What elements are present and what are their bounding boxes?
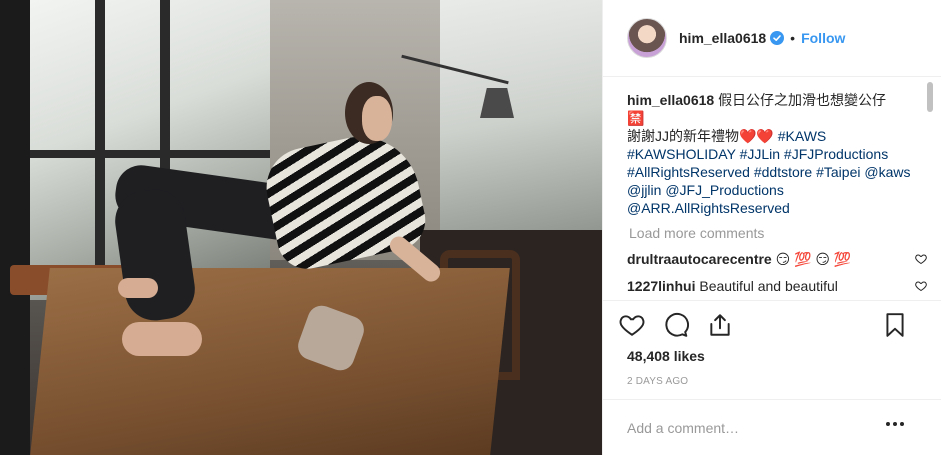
mention[interactable]: @jjlin: [627, 182, 661, 198]
photo-window-right: [440, 0, 602, 240]
header-username[interactable]: him_ella0618: [679, 30, 766, 46]
bookmark-icon[interactable]: [882, 312, 908, 338]
post-timestamp[interactable]: 2 DAYS AGO: [627, 376, 688, 387]
hashtag[interactable]: #JFJProductions: [784, 146, 888, 162]
comment: drultraautocarecentre 😏 💯 😏 💯: [627, 250, 927, 268]
hashtag[interactable]: #JJLin: [740, 146, 780, 162]
post-sidebar: him_ella0618 • Follow him_ella0618 假日公仔之…: [602, 0, 941, 455]
caption-text: 假日公仔之加滑也想變公仔: [718, 92, 887, 108]
person-foot: [122, 322, 202, 356]
like-count[interactable]: 48,408 likes: [627, 348, 705, 364]
comment-text: 😏 💯 😏 💯: [775, 251, 852, 267]
add-comment-input[interactable]: [627, 419, 867, 436]
ellipsis-dot: [893, 422, 897, 426]
caption-text-2: 謝謝JJ的新年禮物: [627, 128, 739, 144]
hashtag[interactable]: #KAWS: [778, 128, 827, 144]
hashtag[interactable]: #AllRightsReserved: [627, 164, 750, 180]
share-icon[interactable]: [707, 312, 733, 338]
avatar[interactable]: [627, 18, 667, 58]
scrollbar-thumb[interactable]: [927, 82, 933, 112]
ellipsis-dot: [886, 422, 890, 426]
photo-shadow: [0, 0, 30, 455]
hashtag[interactable]: #ddtstore: [754, 164, 812, 180]
comment-username[interactable]: drultraautocarecentre: [627, 251, 772, 267]
comment-text: Beautiful and beautiful: [699, 278, 838, 294]
post-caption: him_ella0618 假日公仔之加滑也想變公仔 🈲 謝謝JJ的新年禮物❤️❤…: [627, 78, 927, 217]
wooden-table: [30, 268, 510, 455]
caption-username[interactable]: him_ella0618: [627, 92, 714, 108]
heart-icon[interactable]: [619, 312, 645, 338]
add-comment-bar: [603, 399, 941, 455]
comment-body: drultraautocarecentre 😏 💯 😏 💯: [627, 250, 905, 268]
verified-badge-icon: [770, 31, 785, 45]
comment-body: 1227linhui Beautiful and beautiful: [627, 277, 905, 295]
person-face: [362, 96, 392, 141]
comments-list[interactable]: him_ella0618 假日公仔之加滑也想變公仔 🈲 謝謝JJ的新年禮物❤️❤…: [627, 78, 927, 300]
comment: 1227linhui Beautiful and beautiful: [627, 277, 927, 295]
hashtag[interactable]: #KAWSHOLIDAY: [627, 146, 736, 162]
ellipsis-icon[interactable]: [886, 422, 904, 426]
post-actions: [603, 300, 941, 348]
ellipsis-dot: [900, 422, 904, 426]
comment-icon[interactable]: [663, 312, 689, 338]
post-header: him_ella0618 • Follow: [603, 0, 941, 77]
window-frame: [30, 150, 270, 158]
comment-username[interactable]: 1227linhui: [627, 278, 695, 294]
post-photo[interactable]: [0, 0, 602, 455]
caption-hearts: ❤️❤️: [739, 128, 774, 144]
person-foot: [118, 278, 158, 298]
follow-button[interactable]: Follow: [801, 30, 845, 46]
header-separator: •: [790, 30, 796, 46]
comments-scrollbar[interactable]: [926, 80, 934, 300]
mention[interactable]: @ARR.AllRightsReserved: [627, 200, 790, 216]
mention[interactable]: @kaws: [864, 164, 910, 180]
caption-emoji: 🈲: [627, 110, 645, 126]
load-more-comments[interactable]: Load more comments: [627, 225, 927, 241]
hashtag[interactable]: #Taipei: [816, 164, 860, 180]
mention[interactable]: @JFJ_Productions: [665, 182, 783, 198]
